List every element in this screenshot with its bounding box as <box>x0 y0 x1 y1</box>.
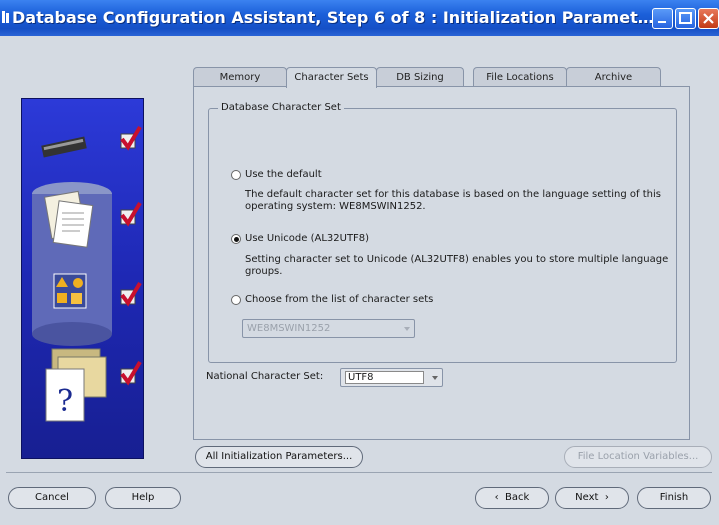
character-set-list-select[interactable]: WE8MSWIN1252 <box>242 319 415 338</box>
chevron-down-icon <box>432 376 438 380</box>
tab-character-sets[interactable]: Character Sets <box>286 67 377 88</box>
back-button-label: Back <box>505 492 530 503</box>
all-initialization-parameters-button[interactable]: All Initialization Parameters... <box>195 446 363 468</box>
choose-list-label: Choose from the list of character sets <box>245 294 434 305</box>
cancel-button[interactable]: Cancel <box>8 487 96 509</box>
use-default-label: Use the default <box>245 169 322 180</box>
memory-chip-icon <box>41 136 87 158</box>
tab-memory[interactable]: Memory <box>193 67 287 87</box>
character-set-list-value: WE8MSWIN1252 <box>247 323 331 334</box>
use-unicode-description-line2: groups. <box>245 266 283 277</box>
national-character-set-select[interactable]: UTF8 <box>340 368 443 387</box>
use-default-radio[interactable] <box>231 170 241 180</box>
tab-strip: Memory Character Sets DB Sizing File Loc… <box>193 67 663 88</box>
use-unicode-radio[interactable] <box>231 234 241 244</box>
tab-archive[interactable]: Archive <box>566 67 661 87</box>
dbca-window: Database Configuration Assistant, Step 6… <box>0 0 719 525</box>
app-icon <box>2 11 12 23</box>
use-unicode-description-line1: Setting character set to Unicode (AL32UT… <box>245 254 669 265</box>
maximize-icon <box>679 12 692 24</box>
divider <box>6 472 712 473</box>
shapes-icon <box>53 273 87 309</box>
close-button[interactable] <box>698 8 719 29</box>
tab-db-sizing[interactable]: DB Sizing <box>376 67 464 87</box>
folders-help-icon: ? <box>45 348 107 422</box>
wizard-illustration-panel: ? <box>21 98 144 459</box>
chevron-left-icon: ‹ <box>494 492 506 503</box>
back-button[interactable]: ‹ Back <box>475 487 549 509</box>
wizard-illustration: ? <box>32 125 142 422</box>
choose-list-radio[interactable] <box>231 295 241 305</box>
tab-file-locations[interactable]: File Locations <box>473 67 567 87</box>
chevron-down-icon <box>404 327 410 331</box>
step-checkmarks <box>120 125 142 386</box>
minimize-icon <box>658 21 666 23</box>
use-unicode-label: Use Unicode (AL32UTF8) <box>245 233 370 244</box>
main-area: ? Memory Character Sets DB Sizing File L… <box>0 36 719 525</box>
group-title: Database Character Set <box>218 102 344 113</box>
national-character-set-value: UTF8 <box>345 371 424 384</box>
title-bar[interactable]: Database Configuration Assistant, Step 6… <box>0 0 719 36</box>
maximize-button[interactable] <box>675 8 696 29</box>
next-button-label: Next <box>575 492 599 503</box>
database-character-set-group: Database Character Set Use the default T… <box>208 102 677 363</box>
next-button[interactable]: Next › <box>555 487 629 509</box>
use-default-description-line2: operating system: WE8MSWIN1252. <box>245 201 426 212</box>
close-icon <box>703 13 714 24</box>
help-button[interactable]: Help <box>105 487 181 509</box>
file-location-variables-button[interactable]: File Location Variables... <box>564 446 712 468</box>
national-character-set-label: National Character Set: <box>206 371 324 382</box>
use-default-description-line1: The default character set for this datab… <box>245 189 661 200</box>
character-sets-panel: Database Character Set Use the default T… <box>193 86 690 440</box>
svg-text:?: ? <box>57 384 73 419</box>
minimize-button[interactable] <box>652 8 673 29</box>
chevron-right-icon: › <box>598 492 609 503</box>
finish-button[interactable]: Finish <box>637 487 711 509</box>
window-title: Database Configuration Assistant, Step 6… <box>12 8 654 27</box>
